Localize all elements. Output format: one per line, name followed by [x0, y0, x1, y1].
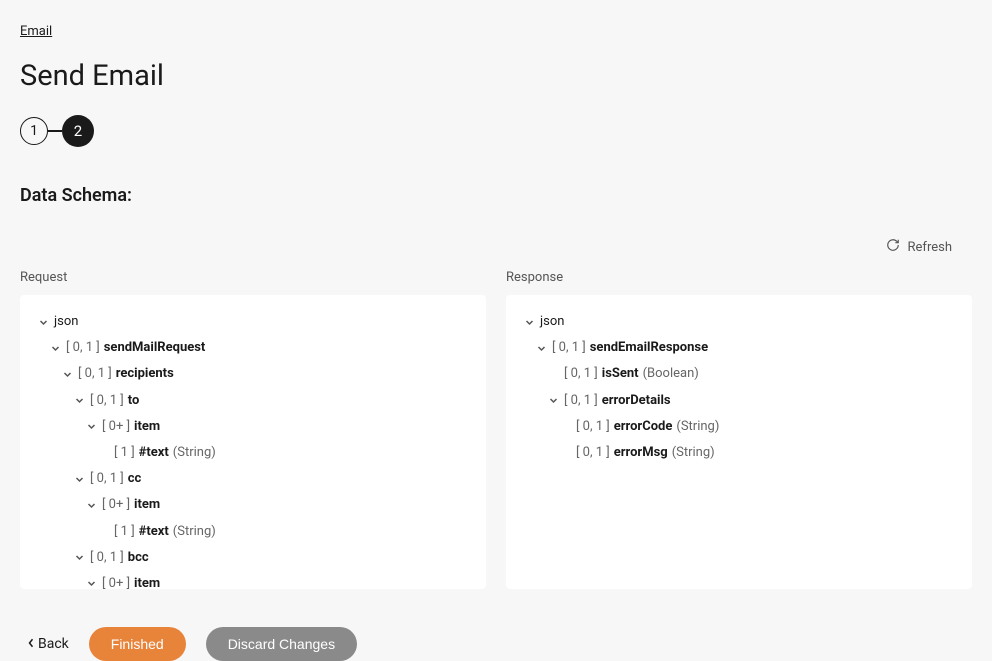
node-cardinality: [ 1 ] — [114, 444, 135, 462]
tree-node[interactable]: [ 0+ ] item — [36, 492, 470, 518]
node-cardinality: [ 0, 1 ] — [576, 444, 610, 462]
tree-node[interactable]: [ 0, 1 ] to — [36, 388, 470, 414]
chevron-down-icon[interactable] — [48, 341, 62, 355]
node-name: #text — [139, 444, 169, 462]
chevron-left-icon — [28, 636, 34, 652]
refresh-icon — [886, 238, 900, 256]
node-name: errorMsg — [614, 444, 668, 462]
step-indicator: 1 2 — [20, 115, 972, 147]
node-type: (String) — [173, 444, 216, 462]
tree-node[interactable]: [ 0, 1 ] bcc — [36, 545, 470, 571]
tree-node[interactable]: [ 1 ] #text (String) — [36, 519, 470, 545]
node-type: (Boolean) — [643, 365, 699, 383]
node-name: errorCode — [614, 418, 673, 436]
request-schema-panel[interactable]: json[ 0, 1 ] sendMailRequest[ 0, 1 ] rec… — [20, 295, 486, 589]
node-name: json — [540, 313, 564, 331]
chevron-down-icon[interactable] — [534, 341, 548, 355]
node-name: item — [134, 418, 160, 436]
node-cardinality: [ 0, 1 ] — [564, 365, 598, 383]
node-type: (String) — [676, 418, 719, 436]
tree-node[interactable]: [ 0, 1 ] cc — [36, 466, 470, 492]
breadcrumb-email[interactable]: Email — [20, 24, 52, 39]
back-label: Back — [38, 636, 69, 652]
chevron-down-icon[interactable] — [36, 315, 50, 329]
tree-node[interactable]: [ 0, 1 ] sendEmailResponse — [522, 335, 956, 361]
tree-node[interactable]: json — [36, 309, 470, 335]
step-1[interactable]: 1 — [20, 117, 48, 145]
chevron-down-icon[interactable] — [84, 420, 98, 434]
section-title-data-schema: Data Schema: — [20, 185, 972, 206]
chevron-down-icon[interactable] — [546, 394, 560, 408]
tree-node[interactable]: [ 1 ] #text (String) — [36, 440, 470, 466]
node-type: (String) — [672, 444, 715, 462]
node-name: item — [134, 496, 160, 514]
tree-node[interactable]: json — [522, 309, 956, 335]
step-connector — [48, 130, 62, 132]
tree-node[interactable]: [ 0, 1 ] recipients — [36, 361, 470, 387]
node-name: recipients — [116, 365, 174, 383]
chevron-down-icon[interactable] — [84, 498, 98, 512]
tree-node[interactable]: [ 0, 1 ] errorDetails — [522, 388, 956, 414]
chevron-down-icon[interactable] — [72, 472, 86, 486]
node-cardinality: [ 0, 1 ] — [576, 418, 610, 436]
node-type: (String) — [173, 523, 216, 541]
node-name: to — [128, 392, 140, 410]
node-cardinality: [ 0, 1 ] — [66, 339, 100, 357]
node-name: sendEmailResponse — [590, 339, 708, 357]
node-name: #text — [139, 523, 169, 541]
node-cardinality: [ 0+ ] — [102, 418, 130, 436]
chevron-down-icon[interactable] — [84, 577, 98, 589]
tree-node[interactable]: [ 0, 1 ] isSent (Boolean) — [522, 361, 956, 387]
chevron-down-icon[interactable] — [72, 394, 86, 408]
node-cardinality: [ 0, 1 ] — [552, 339, 586, 357]
chevron-down-icon[interactable] — [72, 551, 86, 565]
tree-node[interactable]: [ 0+ ] item — [36, 571, 470, 589]
node-cardinality: [ 0, 1 ] — [78, 365, 112, 383]
refresh-label: Refresh — [908, 240, 952, 255]
request-label: Request — [20, 270, 486, 285]
chevron-down-icon[interactable] — [60, 367, 74, 381]
node-cardinality: [ 0, 1 ] — [90, 470, 124, 488]
page-title: Send Email — [20, 59, 972, 93]
back-button[interactable]: Back — [28, 636, 69, 652]
tree-node[interactable]: [ 0, 1 ] errorMsg (String) — [522, 440, 956, 466]
node-name: sendMailRequest — [104, 339, 206, 357]
tree-node[interactable]: [ 0, 1 ] sendMailRequest — [36, 335, 470, 361]
tree-node[interactable]: [ 0, 1 ] errorCode (String) — [522, 414, 956, 440]
node-cardinality: [ 0, 1 ] — [90, 392, 124, 410]
node-cardinality: [ 1 ] — [114, 523, 135, 541]
step-2[interactable]: 2 — [62, 115, 94, 147]
node-name: item — [134, 575, 160, 589]
chevron-down-icon[interactable] — [522, 315, 536, 329]
node-name: bcc — [128, 549, 149, 567]
node-cardinality: [ 0+ ] — [102, 496, 130, 514]
response-label: Response — [506, 270, 972, 285]
node-name: cc — [128, 470, 142, 488]
refresh-button[interactable]: Refresh — [886, 238, 952, 256]
node-cardinality: [ 0, 1 ] — [90, 549, 124, 567]
response-schema-panel[interactable]: json[ 0, 1 ] sendEmailResponse[ 0, 1 ] i… — [506, 295, 972, 589]
tree-node[interactable]: [ 0+ ] item — [36, 414, 470, 440]
node-name: errorDetails — [602, 392, 671, 410]
node-name: isSent — [602, 365, 639, 383]
node-cardinality: [ 0, 1 ] — [564, 392, 598, 410]
node-name: json — [54, 313, 78, 331]
node-cardinality: [ 0+ ] — [102, 575, 130, 589]
